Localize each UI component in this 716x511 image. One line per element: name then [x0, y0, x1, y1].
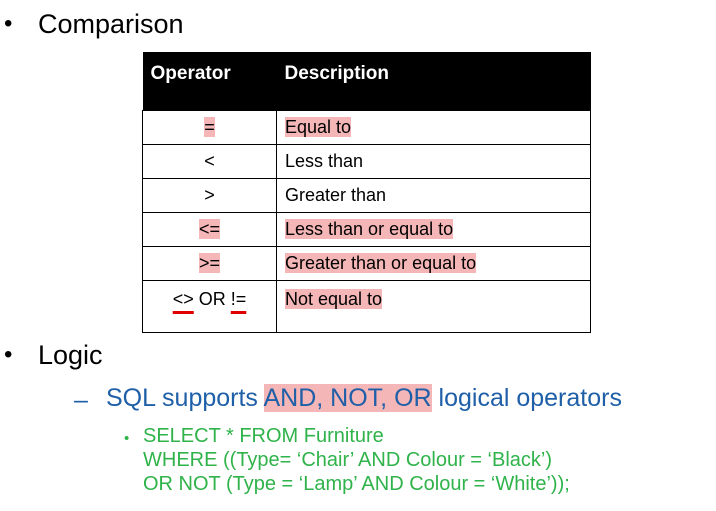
comparison-bullet: •: [4, 10, 13, 37]
description-cell: Less than or equal to: [276, 211, 591, 247]
operator-cell: >: [142, 177, 277, 213]
description-less-equal: Less than or equal to: [285, 218, 454, 239]
description-greater-equal: Greater than or equal to: [285, 252, 477, 273]
description-cell: Not equal to: [276, 279, 591, 333]
sql-line-3: OR NOT (Type = ‘Lamp’ AND Colour = ‘Whit…: [143, 473, 570, 495]
description-equal: Equal to: [285, 116, 352, 137]
description-not-equal: Not equal to: [285, 288, 383, 309]
sub-bullet-dash: –: [74, 386, 88, 414]
table-row: <= Less than or equal to: [142, 211, 591, 247]
description-cell: Equal to: [276, 109, 591, 145]
operator-cell: <: [142, 143, 277, 179]
subpoint-operators-highlight: AND, NOT, OR: [263, 384, 432, 412]
description-less: Less than: [285, 150, 364, 171]
code-bullet: •: [124, 430, 130, 447]
operator-less: <: [204, 150, 215, 171]
operator-not-equal-b: !=: [230, 288, 247, 309]
sql-example: SELECT * FROM Furniture WHERE ((Type= ‘Ch…: [143, 424, 570, 496]
table-row: >= Greater than or equal to: [142, 245, 591, 281]
comparison-heading: Comparison: [38, 9, 184, 39]
sql-line-2: WHERE ((Type= ‘Chair’ AND Colour = ‘Blac…: [143, 449, 552, 471]
subpoint-suffix: logical operators: [431, 384, 622, 412]
description-cell: Greater than or equal to: [276, 245, 591, 281]
header-operator: Operator: [142, 52, 277, 110]
operator-or-join: OR: [193, 288, 231, 309]
table-row: < Less than: [142, 143, 591, 179]
sql-line-1: SELECT * FROM Furniture: [143, 425, 384, 447]
subpoint-prefix: SQL supports: [106, 384, 264, 412]
description-greater: Greater than: [285, 184, 387, 205]
table-row: > Greater than: [142, 177, 591, 213]
operator-cell: >=: [142, 245, 277, 281]
table-row: = Equal to: [142, 109, 591, 145]
operator-cell: <=: [142, 211, 277, 247]
table-header-row: Operator Description: [142, 52, 591, 110]
logic-subpoint: SQL supports AND, NOT, OR logical operat…: [106, 383, 622, 413]
header-description: Description: [276, 52, 591, 110]
operator-greater-equal: >=: [198, 252, 221, 273]
operator-greater: >: [204, 184, 215, 205]
comparison-operators-table: Operator Description = Equal to < Less t…: [142, 52, 591, 333]
operator-equal: =: [204, 116, 215, 137]
operator-not-equal-a: <>: [172, 288, 194, 309]
table-row: <> OR != Not equal to: [142, 279, 591, 333]
operator-cell: =: [142, 109, 277, 145]
description-cell: Less than: [276, 143, 591, 179]
description-cell: Greater than: [276, 177, 591, 213]
operator-less-equal: <=: [198, 218, 221, 239]
operator-cell: <> OR !=: [142, 279, 277, 333]
logic-heading: Logic: [38, 340, 103, 370]
logic-bullet: •: [4, 341, 13, 368]
